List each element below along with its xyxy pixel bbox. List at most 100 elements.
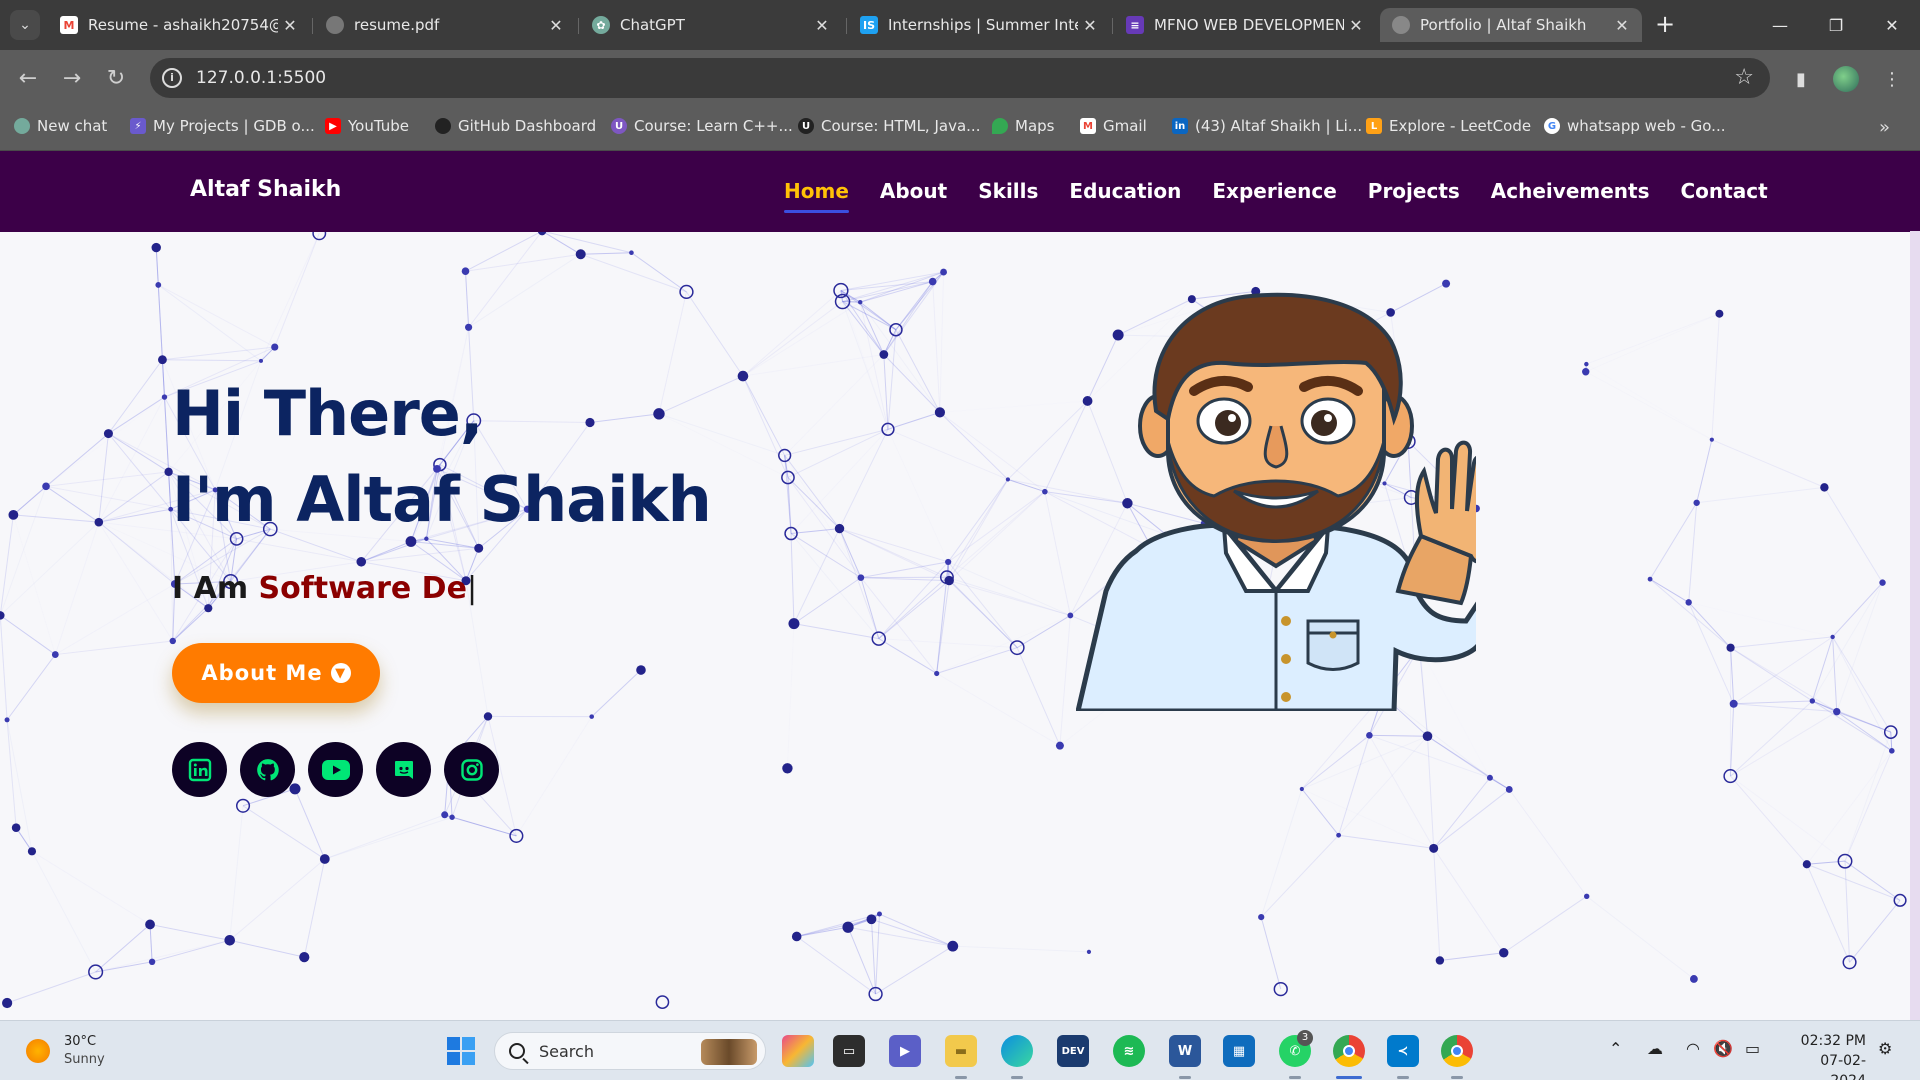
scrollbar-thumb[interactable] bbox=[1910, 151, 1920, 231]
nav-link-skills[interactable]: Skills bbox=[978, 179, 1038, 203]
restore-icon[interactable]: ❐ bbox=[1808, 0, 1864, 50]
network-link bbox=[1836, 711, 1893, 752]
instagram-icon[interactable] bbox=[444, 742, 499, 797]
back-icon[interactable]: ← bbox=[12, 62, 44, 94]
bookmark-item[interactable]: ⚡ My Projects | GDB o... bbox=[130, 117, 315, 135]
edge-browser-icon[interactable] bbox=[1001, 1035, 1033, 1067]
bookmark-item[interactable]: ▶ YouTube bbox=[325, 117, 409, 135]
linkedin-icon[interactable] bbox=[172, 742, 227, 797]
nav-link-acheivements[interactable]: Acheivements bbox=[1491, 179, 1650, 203]
task-view-icon[interactable]: ▭ bbox=[833, 1035, 865, 1067]
browser-toolbar: ← → ↻ i 127.0.0.1:5500 ☆ ▮ ⋮ bbox=[0, 50, 1920, 107]
teams-meet-icon[interactable]: ▶ bbox=[889, 1035, 921, 1067]
network-link bbox=[1586, 314, 1719, 364]
nav-link-education[interactable]: Education bbox=[1069, 179, 1181, 203]
tab-portfolio[interactable]: Portfolio | Altaf Shaikh ✕ bbox=[1380, 8, 1642, 42]
bookmark-label: Explore - LeetCode bbox=[1389, 117, 1532, 135]
spotify-icon[interactable]: ≋ bbox=[1113, 1035, 1145, 1067]
network-link bbox=[878, 638, 1018, 649]
network-link bbox=[46, 397, 164, 486]
clock-date: 07-02-2024 bbox=[1820, 1053, 1866, 1080]
bookmark-item[interactable]: U Course: Learn C++... bbox=[611, 117, 793, 135]
menu-dots-icon[interactable]: ⋮ bbox=[1877, 64, 1907, 94]
tab-internships[interactable]: IS Internships | Summer Internship ✕ bbox=[848, 8, 1110, 42]
bookmark-item[interactable]: M Gmail bbox=[1080, 117, 1147, 135]
network-node bbox=[842, 921, 854, 933]
bookmark-item[interactable]: in (43) Altaf Shaikh | Li... bbox=[1172, 117, 1362, 135]
microsoft-store-icon[interactable]: ▦ bbox=[1223, 1035, 1255, 1067]
file-explorer-icon[interactable]: ▬ bbox=[945, 1035, 977, 1067]
course-icon: U bbox=[611, 118, 627, 134]
bookmark-item[interactable]: Maps bbox=[992, 117, 1054, 135]
chrome-profile-icon[interactable] bbox=[1441, 1035, 1473, 1067]
nav-link-about[interactable]: About bbox=[880, 179, 947, 203]
nav-link-projects[interactable]: Projects bbox=[1368, 179, 1460, 203]
network-node bbox=[934, 670, 940, 677]
network-link bbox=[1733, 700, 1813, 705]
network-link bbox=[541, 230, 581, 255]
close-icon[interactable]: ✕ bbox=[1344, 16, 1368, 35]
network-link bbox=[952, 945, 1089, 953]
tab-search-button[interactable]: ⌄ bbox=[10, 10, 40, 40]
taskbar-search[interactable]: Search bbox=[494, 1032, 766, 1070]
wifi-icon[interactable]: ◠ bbox=[1686, 1039, 1700, 1058]
network-link bbox=[1812, 700, 1893, 752]
site-info-icon[interactable]: i bbox=[162, 68, 182, 88]
close-icon[interactable]: ✕ bbox=[1078, 16, 1102, 35]
network-link bbox=[1849, 900, 1901, 963]
network-link bbox=[1837, 712, 1845, 862]
vscode-icon[interactable]: ≺ bbox=[1387, 1035, 1419, 1067]
forward-icon[interactable]: → bbox=[56, 62, 88, 94]
reload-icon[interactable]: ↻ bbox=[100, 62, 132, 94]
bookmark-star-icon[interactable]: ☆ bbox=[1734, 65, 1754, 90]
battery-icon[interactable]: ▭ bbox=[1745, 1039, 1760, 1058]
site-brand[interactable]: Altaf Shaikh bbox=[190, 177, 341, 202]
tab-gmail[interactable]: M Resume - ashaikh20754@gmail.com ✕ bbox=[48, 8, 310, 42]
window-close-icon[interactable]: ✕ bbox=[1864, 0, 1920, 50]
weather-widget[interactable]: 30°C Sunny bbox=[26, 1033, 105, 1069]
chrome-icon[interactable] bbox=[1333, 1035, 1365, 1067]
close-icon[interactable]: ✕ bbox=[544, 16, 568, 35]
windows-start-icon[interactable] bbox=[446, 1036, 476, 1066]
new-tab-button[interactable]: + bbox=[1650, 10, 1680, 40]
tab-mfno[interactable]: ≡ MFNO WEB DEVELOPMENT ✕ bbox=[1114, 8, 1376, 42]
github-icon[interactable] bbox=[240, 742, 295, 797]
google-icon: G bbox=[1544, 118, 1560, 134]
minimize-icon[interactable]: — bbox=[1752, 0, 1808, 50]
nav-link-contact[interactable]: Contact bbox=[1681, 179, 1768, 203]
side-panel-icon[interactable]: ▮ bbox=[1786, 64, 1816, 94]
about-me-button[interactable]: About Me ▼ bbox=[172, 643, 380, 703]
nav-link-home[interactable]: Home bbox=[784, 179, 849, 213]
tab-title: Portfolio | Altaf Shaikh bbox=[1420, 16, 1587, 34]
bookmark-item[interactable]: Gwhatsapp web - Go... bbox=[1544, 117, 1725, 135]
bookmark-item[interactable]: U Course: HTML, Java... bbox=[798, 117, 980, 135]
tab-chatgpt[interactable]: ✿ ChatGPT ✕ bbox=[580, 8, 842, 42]
tray-overflow-icon[interactable]: ⌃ bbox=[1609, 1039, 1622, 1058]
network-node bbox=[1584, 361, 1589, 367]
address-bar[interactable]: i 127.0.0.1:5500 ☆ bbox=[150, 58, 1770, 98]
bookmark-item[interactable]: New chat bbox=[14, 117, 107, 135]
bookmark-item[interactable]: L Explore - LeetCode bbox=[1366, 117, 1531, 135]
close-icon[interactable]: ✕ bbox=[278, 16, 302, 35]
system-clock[interactable]: 02:32 PM 07-02-2024 bbox=[1786, 1031, 1866, 1080]
word-icon[interactable]: W bbox=[1169, 1035, 1201, 1067]
bookmarks-overflow-icon[interactable]: » bbox=[1879, 117, 1890, 138]
bookmark-item[interactable]: GitHub Dashboard bbox=[435, 117, 596, 135]
discord-icon[interactable] bbox=[376, 742, 431, 797]
youtube-icon[interactable] bbox=[308, 742, 363, 797]
page-scrollbar[interactable] bbox=[1910, 151, 1920, 1020]
volume-muted-icon[interactable]: 🔇 bbox=[1713, 1039, 1733, 1058]
network-link bbox=[1016, 647, 1061, 746]
network-link bbox=[793, 577, 862, 625]
nav-link-experience[interactable]: Experience bbox=[1212, 179, 1336, 203]
close-icon[interactable]: ✕ bbox=[1610, 16, 1634, 35]
close-icon[interactable]: ✕ bbox=[810, 16, 834, 35]
notification-icon[interactable]: ⚙ bbox=[1878, 1039, 1892, 1058]
onedrive-icon[interactable]: ☁ bbox=[1647, 1039, 1663, 1058]
network-link bbox=[839, 528, 880, 639]
dev-cpp-icon[interactable]: DEV bbox=[1057, 1035, 1089, 1067]
copilot-icon[interactable] bbox=[782, 1035, 814, 1067]
profile-avatar[interactable] bbox=[1831, 64, 1861, 94]
tab-resume-pdf[interactable]: resume.pdf ✕ bbox=[314, 8, 576, 42]
network-link bbox=[1811, 636, 1834, 702]
